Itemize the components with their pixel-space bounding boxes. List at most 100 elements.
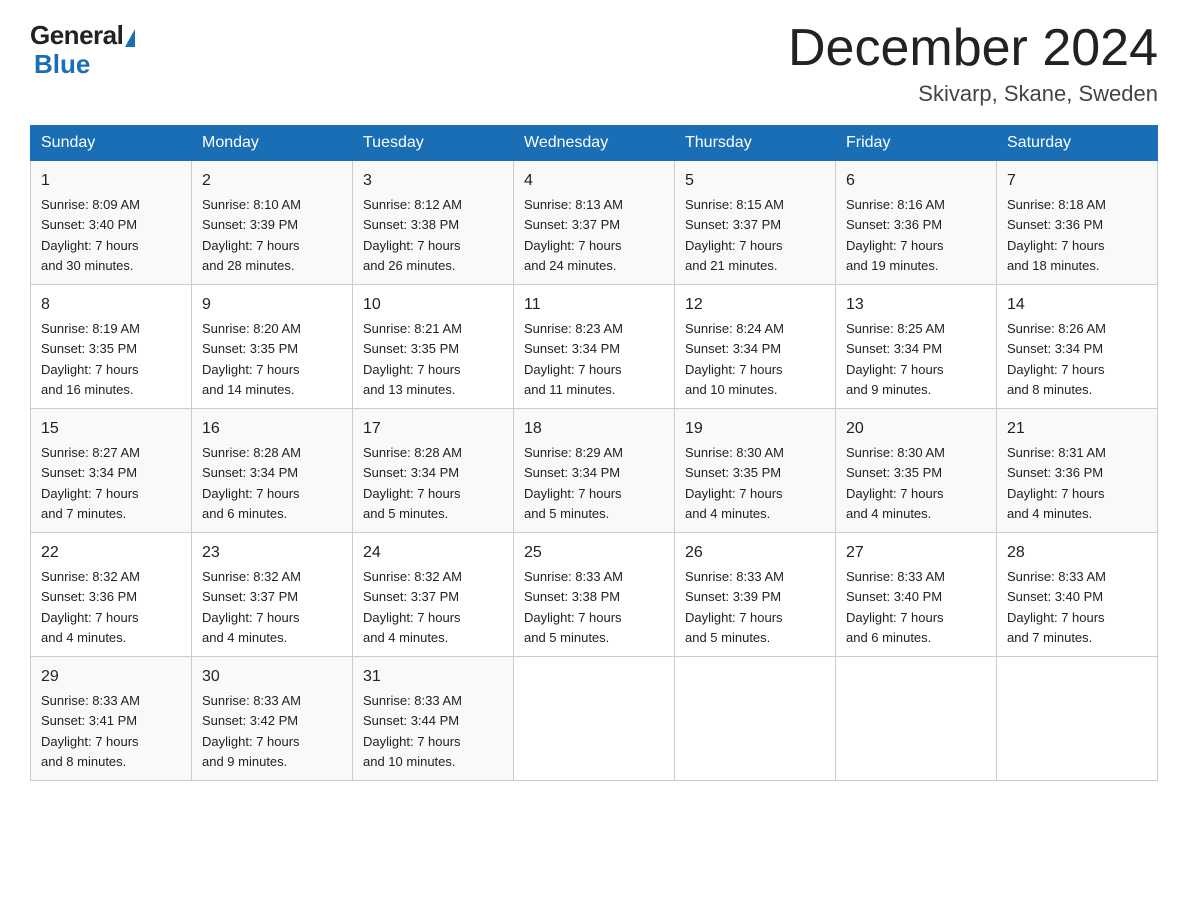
- page-title: December 2024: [788, 20, 1158, 77]
- calendar-cell: 23 Sunrise: 8:32 AMSunset: 3:37 PMDaylig…: [192, 533, 353, 657]
- day-number: 11: [524, 293, 664, 317]
- calendar-cell: 15 Sunrise: 8:27 AMSunset: 3:34 PMDaylig…: [31, 409, 192, 533]
- day-info: Sunrise: 8:32 AMSunset: 3:37 PMDaylight:…: [363, 569, 462, 645]
- calendar-cell: 27 Sunrise: 8:33 AMSunset: 3:40 PMDaylig…: [836, 533, 997, 657]
- calendar-cell: 1 Sunrise: 8:09 AMSunset: 3:40 PMDayligh…: [31, 161, 192, 285]
- day-info: Sunrise: 8:33 AMSunset: 3:41 PMDaylight:…: [41, 693, 140, 769]
- day-number: 27: [846, 541, 986, 565]
- logo: General Blue: [30, 20, 135, 80]
- day-info: Sunrise: 8:10 AMSunset: 3:39 PMDaylight:…: [202, 197, 301, 273]
- day-number: 2: [202, 169, 342, 193]
- day-number: 18: [524, 417, 664, 441]
- day-info: Sunrise: 8:31 AMSunset: 3:36 PMDaylight:…: [1007, 445, 1106, 521]
- calendar-cell: 29 Sunrise: 8:33 AMSunset: 3:41 PMDaylig…: [31, 657, 192, 781]
- day-info: Sunrise: 8:19 AMSunset: 3:35 PMDaylight:…: [41, 321, 140, 397]
- day-number: 22: [41, 541, 181, 565]
- day-number: 3: [363, 169, 503, 193]
- day-info: Sunrise: 8:13 AMSunset: 3:37 PMDaylight:…: [524, 197, 623, 273]
- col-thursday: Thursday: [675, 126, 836, 161]
- day-info: Sunrise: 8:33 AMSunset: 3:39 PMDaylight:…: [685, 569, 784, 645]
- day-info: Sunrise: 8:25 AMSunset: 3:34 PMDaylight:…: [846, 321, 945, 397]
- day-number: 31: [363, 665, 503, 689]
- day-number: 29: [41, 665, 181, 689]
- day-info: Sunrise: 8:28 AMSunset: 3:34 PMDaylight:…: [363, 445, 462, 521]
- day-number: 14: [1007, 293, 1147, 317]
- day-info: Sunrise: 8:30 AMSunset: 3:35 PMDaylight:…: [685, 445, 784, 521]
- calendar-week-3: 15 Sunrise: 8:27 AMSunset: 3:34 PMDaylig…: [31, 409, 1158, 533]
- calendar-cell: 30 Sunrise: 8:33 AMSunset: 3:42 PMDaylig…: [192, 657, 353, 781]
- day-number: 12: [685, 293, 825, 317]
- calendar-cell: 17 Sunrise: 8:28 AMSunset: 3:34 PMDaylig…: [353, 409, 514, 533]
- calendar-cell: 16 Sunrise: 8:28 AMSunset: 3:34 PMDaylig…: [192, 409, 353, 533]
- calendar-cell: 19 Sunrise: 8:30 AMSunset: 3:35 PMDaylig…: [675, 409, 836, 533]
- calendar-cell: 7 Sunrise: 8:18 AMSunset: 3:36 PMDayligh…: [997, 161, 1158, 285]
- day-info: Sunrise: 8:24 AMSunset: 3:34 PMDaylight:…: [685, 321, 784, 397]
- day-info: Sunrise: 8:33 AMSunset: 3:40 PMDaylight:…: [846, 569, 945, 645]
- day-info: Sunrise: 8:32 AMSunset: 3:37 PMDaylight:…: [202, 569, 301, 645]
- calendar-cell: 11 Sunrise: 8:23 AMSunset: 3:34 PMDaylig…: [514, 285, 675, 409]
- day-info: Sunrise: 8:12 AMSunset: 3:38 PMDaylight:…: [363, 197, 462, 273]
- day-info: Sunrise: 8:15 AMSunset: 3:37 PMDaylight:…: [685, 197, 784, 273]
- calendar-cell: [514, 657, 675, 781]
- calendar-header: Sunday Monday Tuesday Wednesday Thursday…: [31, 126, 1158, 161]
- day-number: 9: [202, 293, 342, 317]
- calendar-cell: 3 Sunrise: 8:12 AMSunset: 3:38 PMDayligh…: [353, 161, 514, 285]
- day-info: Sunrise: 8:29 AMSunset: 3:34 PMDaylight:…: [524, 445, 623, 521]
- day-number: 23: [202, 541, 342, 565]
- day-number: 17: [363, 417, 503, 441]
- calendar-week-4: 22 Sunrise: 8:32 AMSunset: 3:36 PMDaylig…: [31, 533, 1158, 657]
- day-number: 15: [41, 417, 181, 441]
- calendar-cell: 9 Sunrise: 8:20 AMSunset: 3:35 PMDayligh…: [192, 285, 353, 409]
- logo-general-text: General: [30, 20, 123, 51]
- day-number: 25: [524, 541, 664, 565]
- page-subtitle: Skivarp, Skane, Sweden: [788, 81, 1158, 107]
- day-number: 20: [846, 417, 986, 441]
- col-monday: Monday: [192, 126, 353, 161]
- calendar-cell: 12 Sunrise: 8:24 AMSunset: 3:34 PMDaylig…: [675, 285, 836, 409]
- day-info: Sunrise: 8:20 AMSunset: 3:35 PMDaylight:…: [202, 321, 301, 397]
- calendar-cell: 10 Sunrise: 8:21 AMSunset: 3:35 PMDaylig…: [353, 285, 514, 409]
- day-number: 6: [846, 169, 986, 193]
- day-number: 1: [41, 169, 181, 193]
- day-info: Sunrise: 8:27 AMSunset: 3:34 PMDaylight:…: [41, 445, 140, 521]
- calendar-week-1: 1 Sunrise: 8:09 AMSunset: 3:40 PMDayligh…: [31, 161, 1158, 285]
- day-number: 19: [685, 417, 825, 441]
- col-friday: Friday: [836, 126, 997, 161]
- day-number: 21: [1007, 417, 1147, 441]
- logo-blue-text: Blue: [34, 49, 90, 80]
- day-number: 4: [524, 169, 664, 193]
- calendar-cell: 6 Sunrise: 8:16 AMSunset: 3:36 PMDayligh…: [836, 161, 997, 285]
- day-number: 10: [363, 293, 503, 317]
- day-info: Sunrise: 8:21 AMSunset: 3:35 PMDaylight:…: [363, 321, 462, 397]
- calendar-cell: 20 Sunrise: 8:30 AMSunset: 3:35 PMDaylig…: [836, 409, 997, 533]
- calendar-cell: 28 Sunrise: 8:33 AMSunset: 3:40 PMDaylig…: [997, 533, 1158, 657]
- title-block: December 2024 Skivarp, Skane, Sweden: [788, 20, 1158, 107]
- page-header: General Blue December 2024 Skivarp, Skan…: [30, 20, 1158, 107]
- col-saturday: Saturday: [997, 126, 1158, 161]
- calendar-cell: 13 Sunrise: 8:25 AMSunset: 3:34 PMDaylig…: [836, 285, 997, 409]
- calendar-cell: [997, 657, 1158, 781]
- calendar-cell: 22 Sunrise: 8:32 AMSunset: 3:36 PMDaylig…: [31, 533, 192, 657]
- calendar-cell: 4 Sunrise: 8:13 AMSunset: 3:37 PMDayligh…: [514, 161, 675, 285]
- day-number: 30: [202, 665, 342, 689]
- day-info: Sunrise: 8:32 AMSunset: 3:36 PMDaylight:…: [41, 569, 140, 645]
- day-number: 7: [1007, 169, 1147, 193]
- day-info: Sunrise: 8:09 AMSunset: 3:40 PMDaylight:…: [41, 197, 140, 273]
- day-info: Sunrise: 8:28 AMSunset: 3:34 PMDaylight:…: [202, 445, 301, 521]
- calendar-body: 1 Sunrise: 8:09 AMSunset: 3:40 PMDayligh…: [31, 161, 1158, 781]
- day-number: 13: [846, 293, 986, 317]
- day-info: Sunrise: 8:18 AMSunset: 3:36 PMDaylight:…: [1007, 197, 1106, 273]
- calendar-cell: 25 Sunrise: 8:33 AMSunset: 3:38 PMDaylig…: [514, 533, 675, 657]
- calendar-cell: 14 Sunrise: 8:26 AMSunset: 3:34 PMDaylig…: [997, 285, 1158, 409]
- calendar-cell: 21 Sunrise: 8:31 AMSunset: 3:36 PMDaylig…: [997, 409, 1158, 533]
- col-tuesday: Tuesday: [353, 126, 514, 161]
- day-number: 24: [363, 541, 503, 565]
- day-info: Sunrise: 8:23 AMSunset: 3:34 PMDaylight:…: [524, 321, 623, 397]
- logo-triangle-icon: [125, 29, 135, 47]
- col-wednesday: Wednesday: [514, 126, 675, 161]
- day-number: 26: [685, 541, 825, 565]
- day-info: Sunrise: 8:30 AMSunset: 3:35 PMDaylight:…: [846, 445, 945, 521]
- day-number: 16: [202, 417, 342, 441]
- day-info: Sunrise: 8:33 AMSunset: 3:38 PMDaylight:…: [524, 569, 623, 645]
- calendar-cell: 24 Sunrise: 8:32 AMSunset: 3:37 PMDaylig…: [353, 533, 514, 657]
